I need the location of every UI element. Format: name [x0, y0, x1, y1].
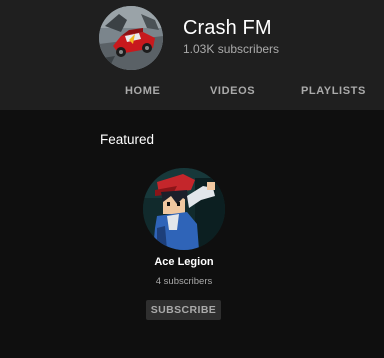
- channel-avatar[interactable]: [99, 6, 163, 70]
- tab-playlists[interactable]: PLAYLISTS: [301, 85, 366, 97]
- featured-channel-name[interactable]: Ace Legion: [0, 256, 368, 268]
- tab-home[interactable]: HOME: [125, 85, 160, 97]
- channel-page: Crash FM 1.03K subscribers HOME VIDEOS P…: [0, 0, 384, 358]
- featured-channel-subscriber-count: 4 subscribers: [155, 276, 213, 287]
- pixel-art-character-icon: [143, 168, 225, 250]
- featured-section-title: Featured: [100, 132, 155, 147]
- channel-name: Crash FM: [183, 17, 272, 39]
- channel-tabs: HOME VIDEOS PLAYLISTS: [0, 80, 384, 104]
- channel-header: Crash FM 1.03K subscribers HOME VIDEOS P…: [0, 0, 384, 110]
- subscribe-button[interactable]: SUBSCRIBE: [146, 300, 221, 320]
- channel-subscriber-count: 1.03K subscribers: [183, 42, 280, 56]
- featured-channel-avatar[interactable]: [143, 168, 225, 250]
- tab-videos[interactable]: VIDEOS: [210, 85, 255, 97]
- wrecked-red-car-icon: [99, 6, 163, 70]
